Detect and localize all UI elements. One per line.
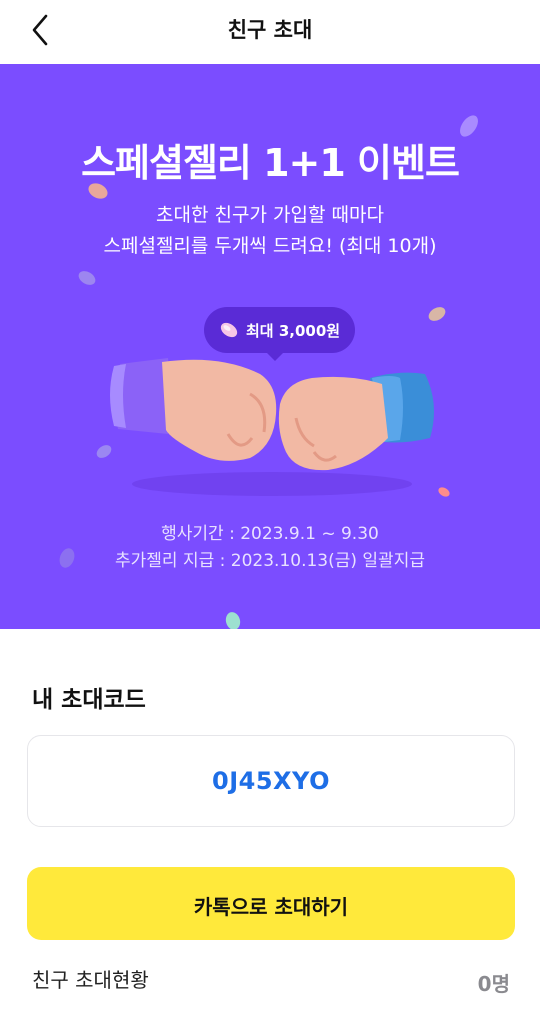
- event-period: 행사기간 : 2023.9.1 ~ 9.30: [161, 524, 379, 544]
- jelly-icon: [220, 322, 238, 338]
- invite-code-value: 0J45XYO: [212, 767, 330, 795]
- event-subtitle-line2: 스페셜젤리를 두개씩 드려요! (최대 10개): [103, 235, 437, 257]
- header: 친구 초대: [0, 0, 540, 64]
- confetti-decoration: [76, 268, 98, 288]
- event-subtitle-line1: 초대한 친구가 가입할 때마다: [156, 204, 384, 226]
- event-title: 스페셜젤리 1+1 이벤트: [81, 141, 460, 185]
- payout-date: 추가젤리 지급 : 2023.10.13(금) 일괄지급: [115, 551, 425, 571]
- kakao-invite-button[interactable]: 카톡으로 초대하기: [27, 867, 515, 940]
- invite-status-label: 친구 초대현황: [32, 968, 149, 992]
- invite-code-box[interactable]: 0J45XYO: [27, 735, 515, 827]
- max-reward-bubble: 최대 3,000원: [204, 307, 355, 353]
- kakao-invite-label: 카톡으로 초대하기: [193, 895, 349, 919]
- invite-status-count: 0명: [477, 972, 510, 996]
- event-banner: 스페셜젤리 1+1 이벤트 초대한 친구가 가입할 때마다 스페셜젤리를 두개씩…: [0, 64, 540, 629]
- confetti-decoration: [223, 610, 243, 629]
- max-reward-text: 최대 3,000원: [246, 322, 341, 340]
- page-title: 친구 초대: [227, 18, 313, 42]
- confetti-decoration: [426, 304, 448, 324]
- invite-code-title: 내 초대코드: [32, 687, 146, 713]
- bubble-tail: [265, 351, 285, 361]
